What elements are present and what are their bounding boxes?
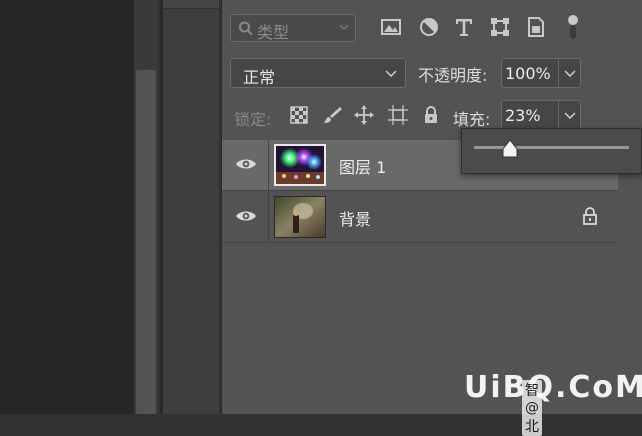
fill-slider-track[interactable]: [474, 146, 629, 149]
opacity-input[interactable]: 100%: [501, 58, 559, 88]
layer-row-background[interactable]: 背景: [222, 192, 618, 243]
fill-dropdown-button[interactable]: [559, 100, 581, 130]
collapsed-panel-strip: [163, 0, 219, 414]
fill-slider-handle[interactable]: [502, 139, 518, 159]
type-filter-icon[interactable]: [453, 15, 475, 39]
layer-filter-row: 类型: [222, 0, 642, 50]
blend-mode-value: 正常: [243, 68, 276, 87]
layer-thumbnail-background[interactable]: [274, 196, 326, 238]
image-filter-icon[interactable]: [380, 15, 402, 39]
opacity-dropdown-button[interactable]: [559, 58, 581, 88]
smart-object-filter-icon[interactable]: [525, 15, 547, 39]
fill-label: 填充:: [453, 110, 491, 129]
kind-filter-select[interactable]: 类型: [230, 14, 356, 42]
lock-image-pixels-icon[interactable]: [323, 105, 343, 125]
layer-thumbnail-fireworks[interactable]: [274, 144, 326, 186]
fireworks-thumbnail-image: [276, 146, 324, 184]
blend-opacity-row: 正常 不透明度: 100%: [222, 56, 642, 92]
lock-artboard-icon[interactable]: [388, 105, 408, 125]
scrollbar-thumb[interactable]: [136, 70, 156, 414]
background-thumbnail-image: [275, 197, 325, 237]
lock-position-icon[interactable]: [354, 105, 374, 125]
fill-value: 23%: [505, 106, 541, 125]
search-icon: [239, 21, 253, 36]
visibility-toggle[interactable]: [222, 192, 269, 242]
eye-icon: [236, 159, 256, 169]
opacity-value: 100%: [505, 64, 551, 83]
watermark-overlay-text: 智 @ 北: [522, 380, 542, 436]
watermark-brand: UiBQ.CoM: [464, 370, 642, 405]
filter-toggle-icon[interactable]: [566, 15, 580, 39]
layer-name: 图层 1: [339, 158, 387, 177]
chevron-down-icon: [385, 70, 397, 78]
panel-strip-header: [163, 0, 219, 9]
chevron-down-icon: [564, 70, 576, 78]
adjustment-filter-icon[interactable]: [418, 15, 440, 39]
lock-label: 锁定:: [234, 110, 272, 129]
eye-icon: [236, 211, 256, 221]
lock-all-icon[interactable]: [421, 105, 441, 125]
lock-transparent-pixels-icon[interactable]: [289, 105, 309, 125]
layers-panel: 类型 正常 不透明度: 100% 锁定: 填充: 23% 图层 1 背景: [221, 0, 642, 414]
fill-slider-popup: [461, 128, 642, 174]
kind-filter-label: 类型: [257, 23, 290, 42]
shape-filter-icon[interactable]: [489, 15, 511, 39]
layer-name: 背景: [339, 210, 372, 229]
blend-mode-select[interactable]: 正常: [230, 58, 406, 88]
opacity-label: 不透明度:: [418, 66, 488, 85]
fill-input[interactable]: 23%: [501, 100, 559, 130]
chevron-down-icon: [564, 112, 576, 120]
canvas-area: [0, 0, 134, 414]
lock-icon[interactable]: [582, 207, 598, 225]
visibility-toggle[interactable]: [222, 140, 269, 190]
chevron-down-icon: [339, 24, 349, 31]
